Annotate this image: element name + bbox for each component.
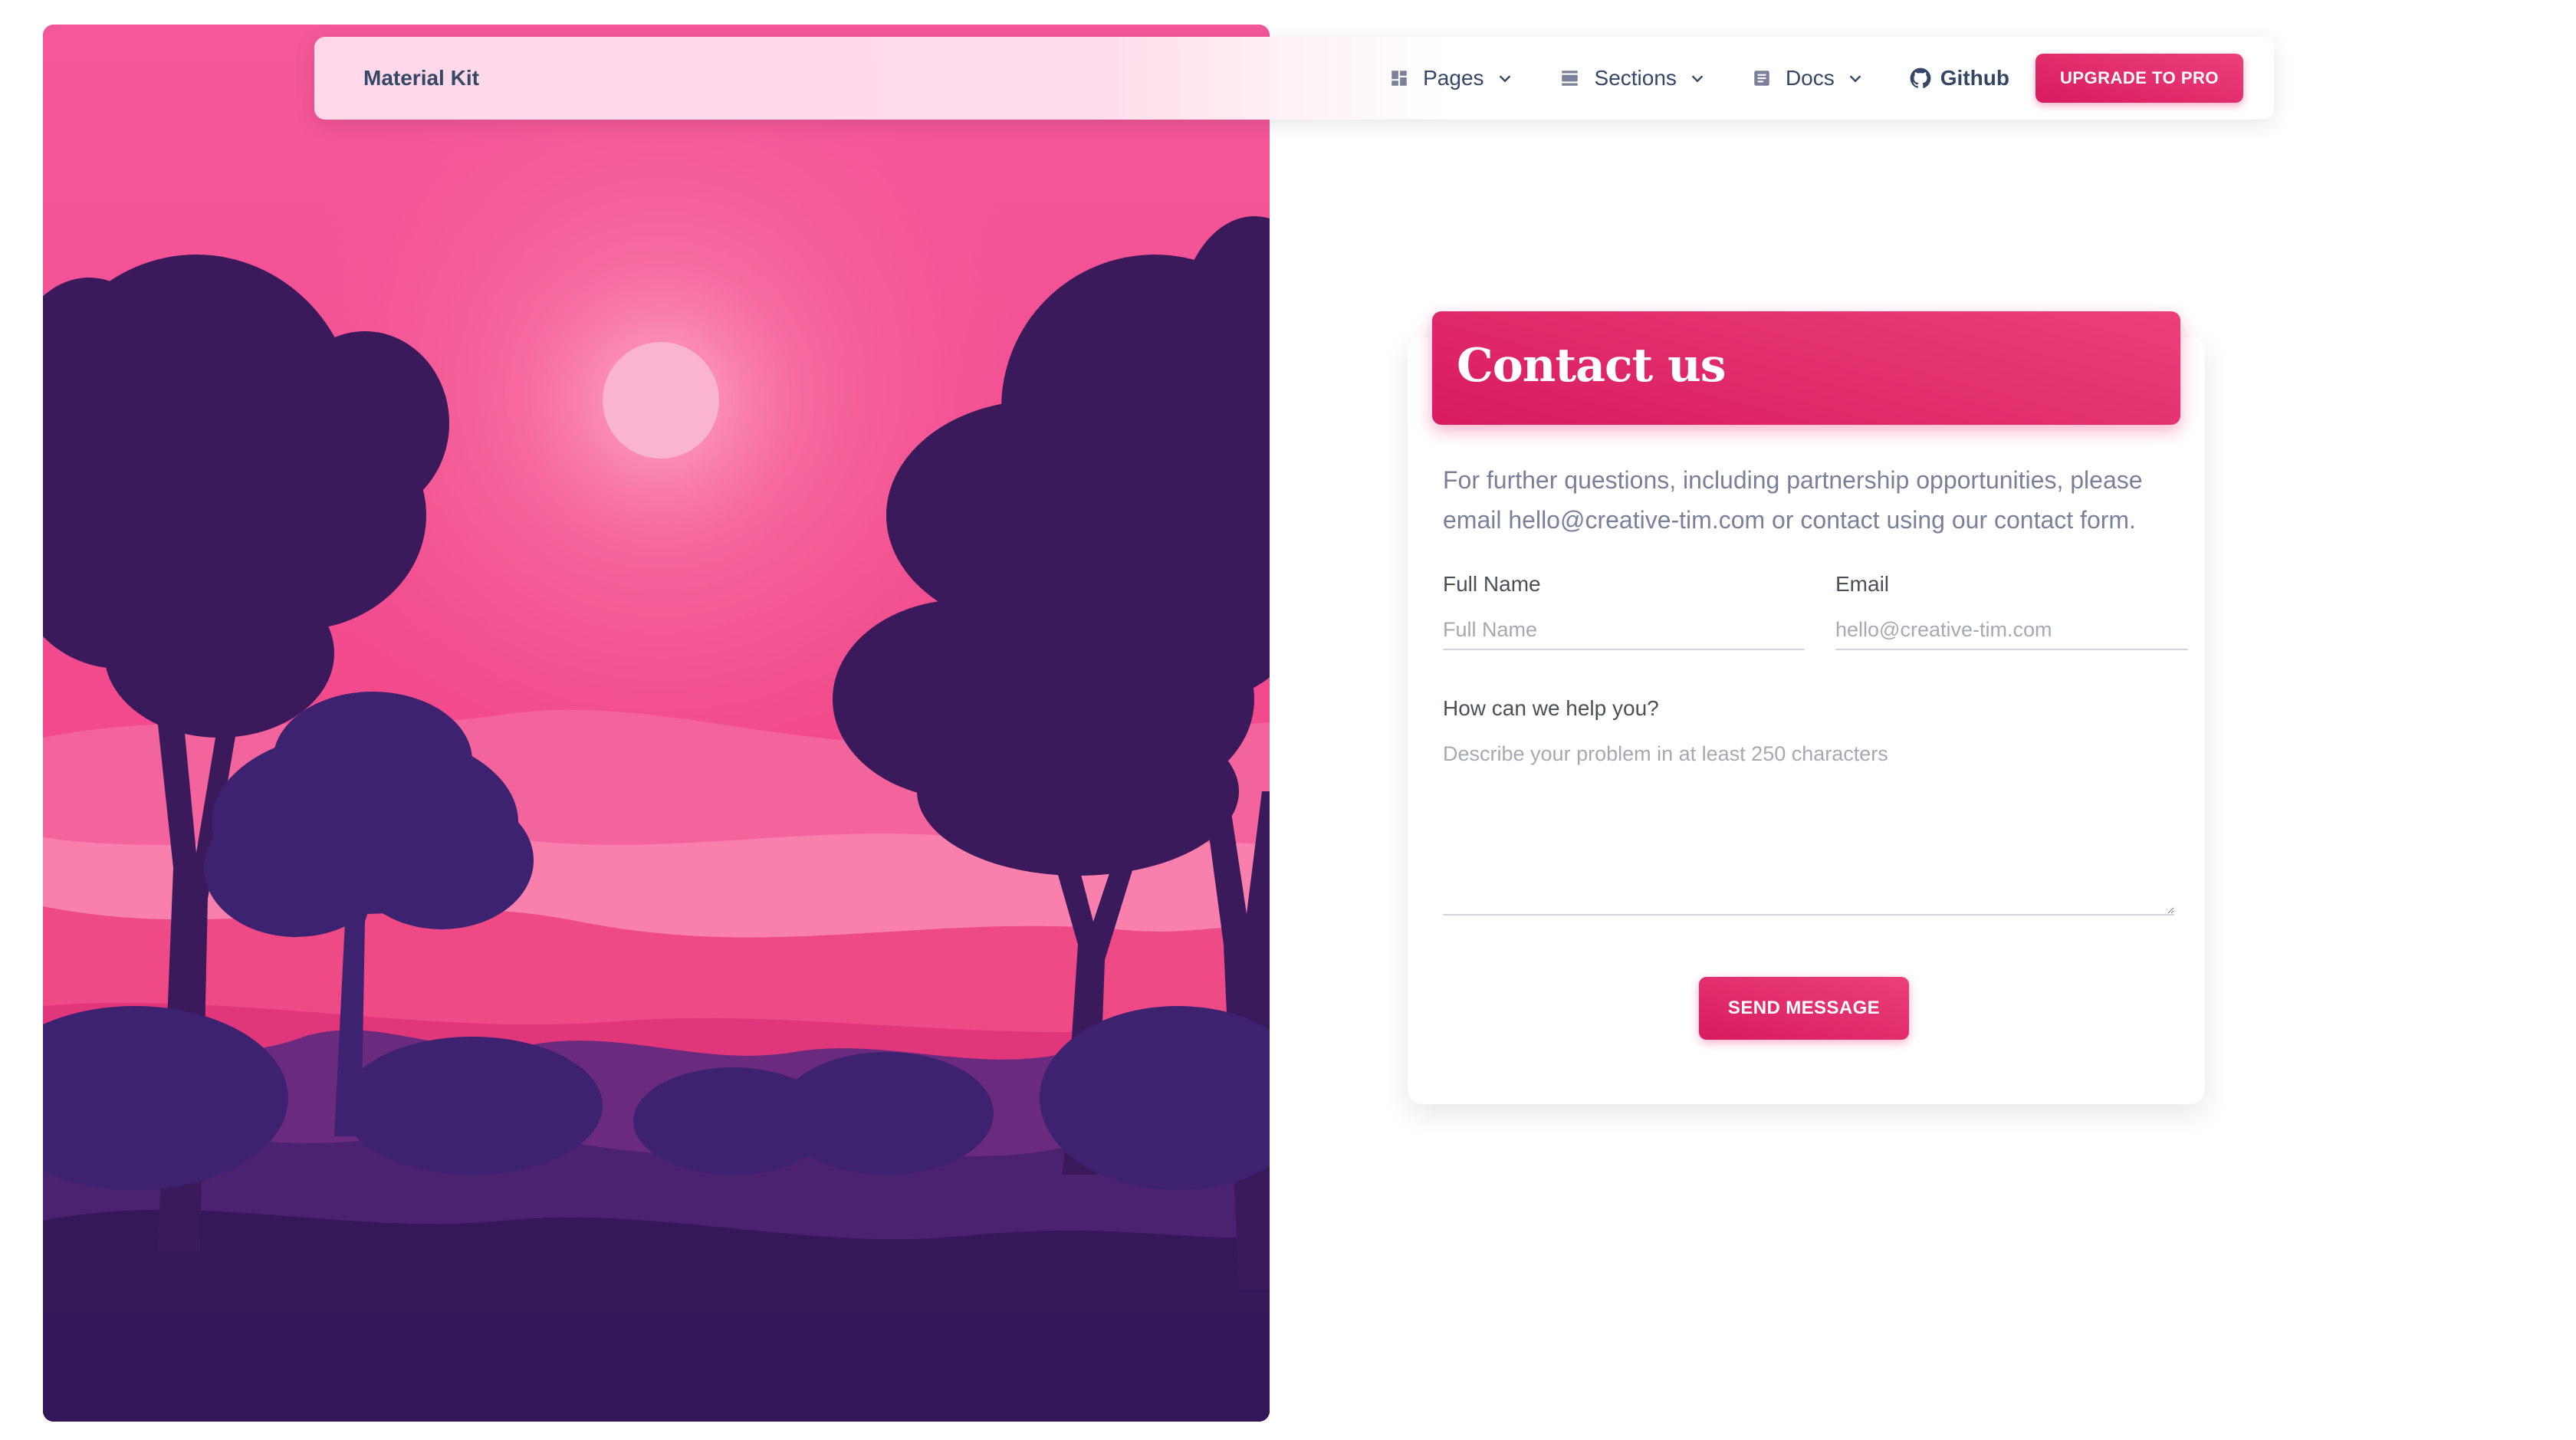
message-label: How can we help you? (1443, 696, 1659, 720)
top-navbar: Material Kit Pages Sections Docs Github … (314, 37, 2274, 120)
chevron-down-icon (1689, 70, 1706, 87)
send-message-button[interactable]: SEND MESSAGE (1699, 977, 1909, 1040)
nav-pages[interactable]: Pages (1389, 66, 1513, 90)
email-input[interactable] (1835, 610, 2188, 650)
sunset-forest-illustration (43, 25, 1270, 1422)
nav-docs-label: Docs (1785, 66, 1835, 90)
nav-items: Pages Sections Docs Github UPGRADE TO PR… (1389, 37, 2243, 120)
chevron-down-icon (1847, 70, 1864, 87)
full-name-input[interactable] (1443, 610, 1805, 650)
nav-github[interactable]: Github (1910, 66, 2009, 90)
view-day-icon (1559, 68, 1581, 88)
hero-illustration (43, 25, 1270, 1422)
sun (603, 342, 719, 459)
dashboard-icon (1389, 68, 1409, 88)
email-label: Email (1835, 572, 1890, 596)
contact-title: Contact us (1457, 339, 1727, 393)
upgrade-to-pro-button[interactable]: UPGRADE TO PRO (2035, 54, 2243, 103)
message-textarea[interactable] (1443, 741, 2174, 916)
article-icon (1752, 68, 1772, 88)
full-name-label: Full Name (1443, 572, 1541, 596)
contact-intro-text: For further questions, including partner… (1443, 466, 2143, 534)
brand-logo[interactable]: Material Kit (363, 37, 479, 120)
github-icon (1910, 67, 1931, 89)
nav-docs[interactable]: Docs (1752, 66, 1864, 90)
nav-github-label: Github (1940, 66, 2009, 90)
nav-pages-label: Pages (1423, 66, 1484, 90)
chevron-down-icon (1497, 70, 1513, 87)
nav-sections[interactable]: Sections (1559, 66, 1706, 90)
nav-sections-label: Sections (1594, 66, 1677, 90)
contact-card-header: Contact us (1432, 311, 2180, 425)
